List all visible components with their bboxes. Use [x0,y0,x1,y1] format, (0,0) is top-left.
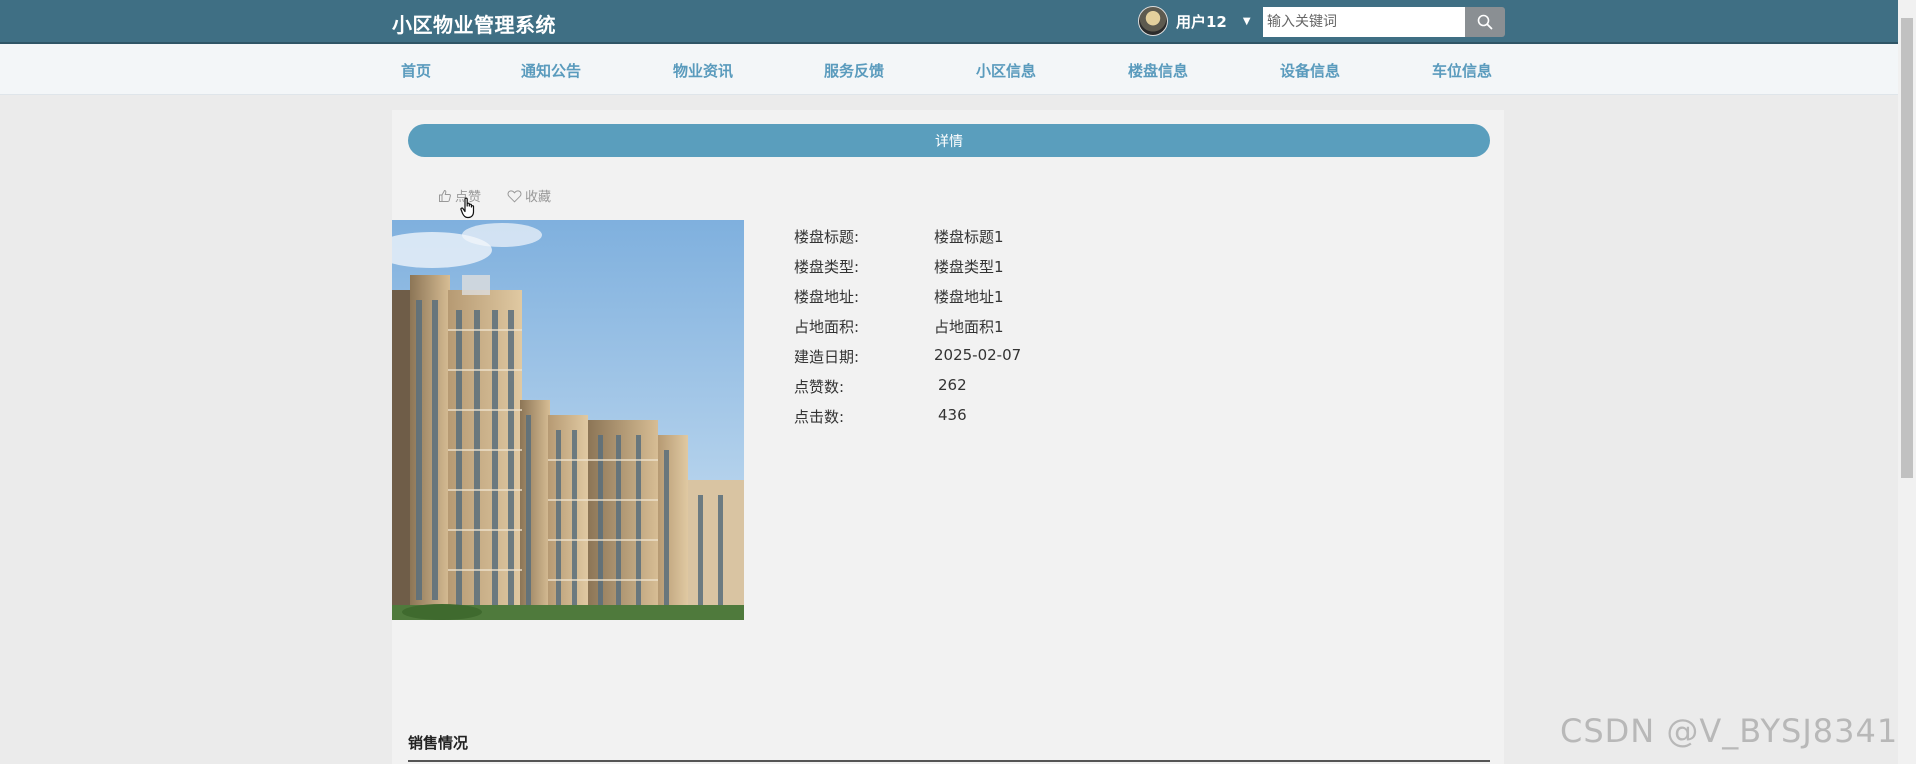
info-label: 楼盘类型: [794,258,860,276]
search-box [1263,7,1505,37]
nav-item-community[interactable]: 小区信息 [976,60,1036,81]
info-label: 楼盘标题: [794,228,860,246]
info-value: 楼盘地址1 [934,288,1004,306]
search-input[interactable] [1263,7,1465,37]
app-title: 小区物业管理系统 [392,13,556,37]
main-nav: 首页 通知公告 物业资讯 服务反馈 小区信息 楼盘信息 设备信息 车位信息 [0,44,1898,95]
favorite-button[interactable]: 收藏 [507,186,551,205]
info-label: 点击数: [794,408,845,426]
page-scrollbar[interactable] [1898,0,1916,764]
section-divider [408,760,1490,762]
user-menu[interactable]: 用户12 ▼ [1138,6,1251,36]
info-value: 占地面积1 [934,318,1004,336]
nav-item-news[interactable]: 物业资讯 [673,60,733,81]
info-label: 楼盘地址: [794,288,860,306]
info-label: 点赞数: [794,378,845,396]
action-bar: 点赞 收藏 [438,186,551,205]
nav-item-feedback[interactable]: 服务反馈 [824,60,884,81]
nav-item-buildings[interactable]: 楼盘信息 [1128,60,1188,81]
nav-item-parking[interactable]: 车位信息 [1432,60,1492,81]
favorite-label: 收藏 [525,190,552,205]
info-value: 2025-02-07 [934,346,1022,364]
search-icon [1477,14,1493,30]
caret-down-icon[interactable]: ▼ [1243,16,1251,27]
detail-banner: 详情 [408,124,1490,157]
info-value: 262 [938,376,967,394]
scrollbar-thumb[interactable] [1901,18,1913,478]
top-header: 小区物业管理系统 用户12 ▼ [0,0,1898,44]
building-photo [392,220,744,620]
user-name[interactable]: 用户12 [1176,11,1227,32]
hand-pointer-icon [460,197,475,219]
info-label: 占地面积: [794,318,860,336]
info-value: 楼盘标题1 [934,228,1004,246]
info-value: 楼盘类型1 [934,258,1004,276]
sales-section-title: 销售情况 [408,734,469,752]
avatar[interactable] [1138,6,1168,36]
info-label: 建造日期: [794,348,860,366]
search-button[interactable] [1465,7,1505,37]
thumb-up-icon [439,189,451,202]
nav-item-home[interactable]: 首页 [401,60,431,81]
nav-item-notices[interactable]: 通知公告 [521,60,581,81]
watermark: CSDN @V_BYSJ8341 [1560,712,1899,750]
info-value: 436 [938,406,967,424]
building-image [392,220,744,620]
heart-icon [507,189,522,203]
nav-item-equipment[interactable]: 设备信息 [1280,60,1340,81]
